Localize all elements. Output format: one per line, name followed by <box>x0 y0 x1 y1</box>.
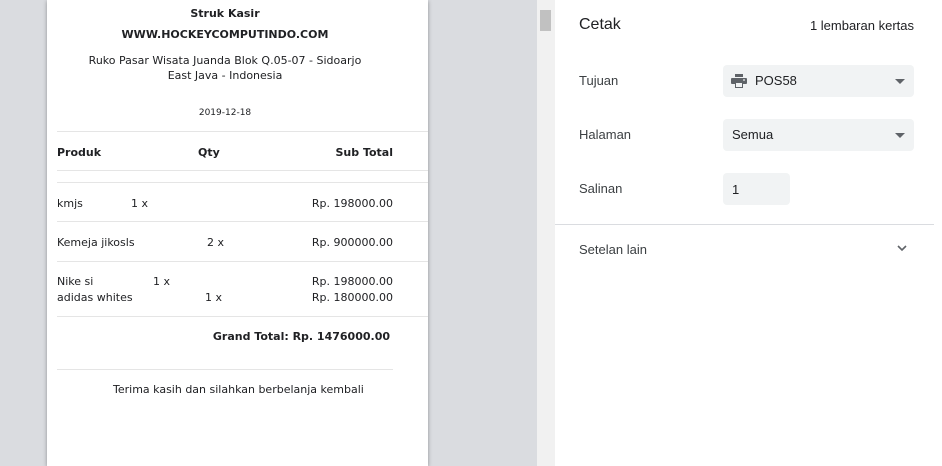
receipt-page: Struk Kasir WWW.HOCKEYCOMPUTINDO.COM Ruk… <box>47 0 428 466</box>
receipt-footer: Terima kasih dan silahkan berbelanja kem… <box>113 383 364 396</box>
copies-label: Salinan <box>579 181 623 196</box>
item-product: Kemeja jikosls <box>57 236 135 249</box>
sheet-count: 1 lembaran kertas <box>809 18 914 33</box>
item-product: adidas whites <box>57 291 133 304</box>
pages-label: Halaman <box>579 127 632 142</box>
receipt-website: WWW.HOCKEYCOMPUTINDO.COM <box>121 28 329 41</box>
settings-title: Cetak <box>579 16 621 33</box>
item-qty: 1 x <box>131 197 149 210</box>
more-settings-toggle[interactable]: Setelan lain <box>555 225 934 273</box>
receipt-address-line2: East Java - Indonesia <box>167 69 283 82</box>
receipt-divider <box>57 131 428 132</box>
more-settings-label: Setelan lain <box>579 242 647 257</box>
item-subtotal: Rp. 198000.00 <box>311 275 393 288</box>
destination-label: Tujuan <box>579 73 619 88</box>
expand-more-icon <box>897 245 907 252</box>
item-subtotal: Rp. 900000.00 <box>311 236 393 249</box>
item-qty: 1 x <box>153 275 171 288</box>
pages-value: Semua <box>732 127 774 142</box>
item-product: kmjs <box>57 197 83 210</box>
receipt-divider <box>57 369 393 370</box>
destination-select[interactable]: POS58 <box>723 65 914 97</box>
grand-total: Grand Total: Rp. 1476000.00 <box>212 330 390 343</box>
column-header-product: Produk <box>57 146 102 159</box>
item-qty: 2 x <box>207 236 225 249</box>
receipt-divider <box>57 261 428 262</box>
column-header-qty: Qty <box>198 146 220 159</box>
print-preview-area: Struk Kasir WWW.HOCKEYCOMPUTINDO.COM Ruk… <box>0 0 555 466</box>
destination-value: POS58 <box>755 73 797 88</box>
item-subtotal: Rp. 180000.00 <box>311 291 393 304</box>
receipt-date: 2019-12-18 <box>198 108 252 118</box>
item-subtotal: Rp. 198000.00 <box>311 197 393 210</box>
preview-scrollbar-thumb[interactable] <box>540 10 551 31</box>
receipt-address-line1: Ruko Pasar Wisata Juanda Blok Q.05-07 - … <box>88 54 362 67</box>
item-product: Nike si <box>57 275 94 288</box>
receipt-divider <box>57 221 428 222</box>
item-qty: 1 x <box>205 291 223 304</box>
pages-select[interactable]: Semua <box>723 119 914 151</box>
receipt-divider <box>57 182 428 183</box>
preview-scrollbar[interactable] <box>537 0 555 466</box>
column-header-subtotal: Sub Total <box>335 146 393 159</box>
receipt-divider <box>57 316 428 317</box>
receipt-divider <box>57 170 428 171</box>
print-settings-panel: Cetak 1 lembaran kertas Tujuan POS58 Hal… <box>555 0 942 466</box>
chevron-down-icon <box>895 79 905 84</box>
copies-input[interactable] <box>723 173 790 205</box>
chevron-down-icon <box>895 133 905 138</box>
receipt-title: Struk Kasir <box>190 7 260 20</box>
printer-icon <box>731 74 747 88</box>
